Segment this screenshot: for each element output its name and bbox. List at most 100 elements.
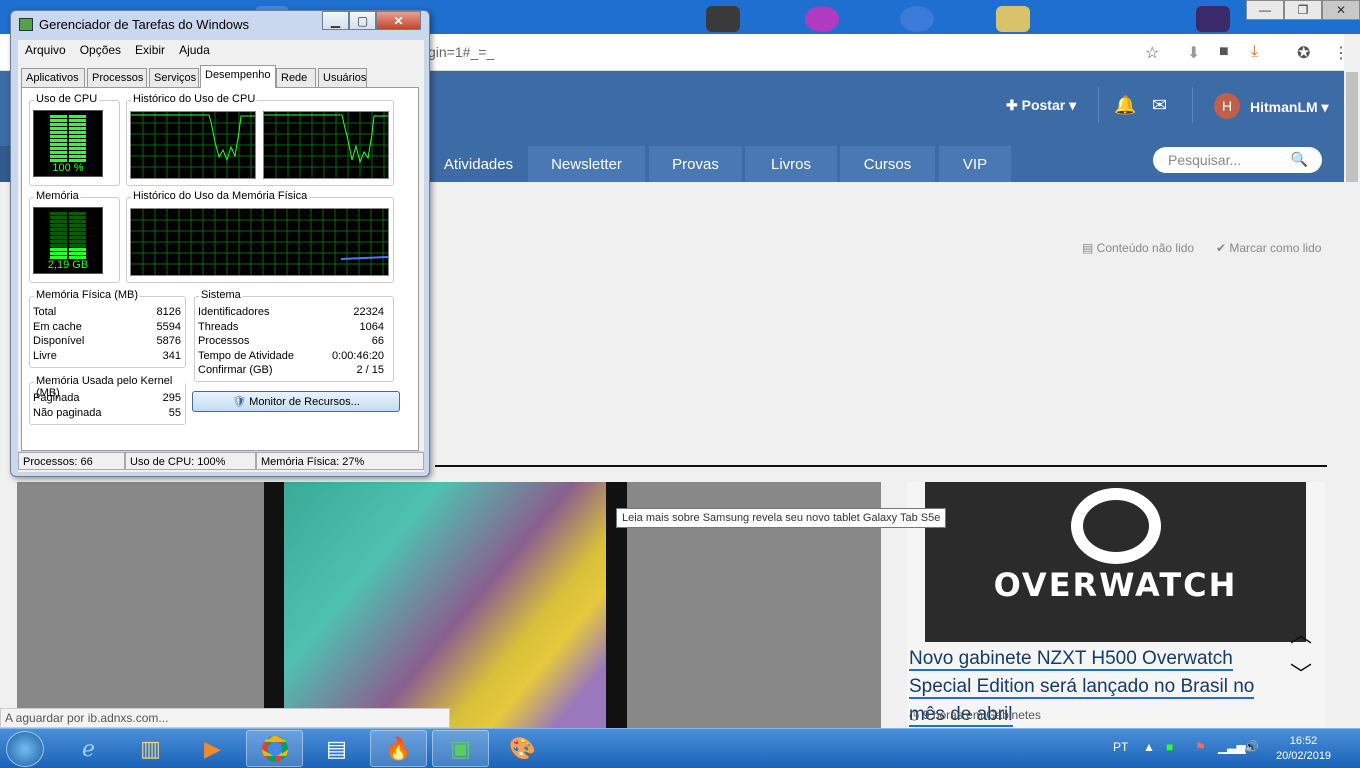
furmark-icon[interactable]: 🔥 xyxy=(370,730,427,767)
meter-segment xyxy=(69,248,86,251)
meter-segment xyxy=(50,123,67,126)
tab-usuarios[interactable]: Usuários xyxy=(318,68,367,87)
meter-segment xyxy=(50,119,67,122)
search-input[interactable]: Pesquisar... 🔍 xyxy=(1153,147,1322,173)
internet-explorer-icon[interactable]: ℯ xyxy=(60,730,117,767)
memory-history-group: Histórico do Uso da Memória Física xyxy=(126,190,394,283)
status-cpu: Uso de CPU: 100% xyxy=(125,452,256,470)
tab-desempenho[interactable]: Desempenho xyxy=(200,65,276,88)
memory-meter-bars xyxy=(50,212,86,259)
tab-atividades[interactable]: Atividades xyxy=(431,146,526,182)
tab-servicos[interactable]: Serviços xyxy=(149,68,199,87)
download-icon[interactable]: ⤓ xyxy=(1251,43,1258,61)
meter-segment xyxy=(50,232,67,235)
physical-memory-stats: Total 8126 Em cache 5594 Disponível 5876 Li… xyxy=(33,306,181,364)
meter-segment xyxy=(69,228,86,231)
meter-segment xyxy=(69,135,86,138)
resource-monitor-button[interactable]: 🛡 Monitor de Recursos... xyxy=(192,391,400,412)
task-manager-body: Aplicativos Processos Serviços Desempenh… xyxy=(18,60,424,451)
notepad-icon[interactable]: ▤ xyxy=(308,730,365,767)
clock[interactable]: 16:52 20/02/2019 xyxy=(1276,734,1331,764)
tablet-image xyxy=(264,482,627,728)
file-explorer-icon[interactable]: ▥ xyxy=(122,730,179,767)
url-text[interactable]: gin=1#_=_ xyxy=(428,44,494,60)
envelope-icon[interactable]: ✉ xyxy=(1152,95,1167,116)
meter-segment xyxy=(69,123,86,126)
stat-row: Disponível 5876 xyxy=(33,335,181,347)
minimize-button[interactable]: — xyxy=(1246,0,1284,20)
overwatch-wordmark: OVERWATCH xyxy=(993,566,1238,604)
memory-meter: 2,19 GB xyxy=(33,207,103,274)
article-thumbnail[interactable]: OVERWATCH xyxy=(925,482,1306,642)
unread-content-link[interactable]: ▤ Conteúdo não lido xyxy=(1082,241,1194,255)
shield-icon: 🛡 xyxy=(232,396,247,408)
mark-read-link[interactable]: ✔ Marcar como lido xyxy=(1216,241,1321,255)
start-button[interactable] xyxy=(6,731,44,767)
stat-row: Processos 66 xyxy=(198,335,384,347)
action-center-icon[interactable]: ⚑ xyxy=(1195,740,1206,754)
tab-cursos[interactable]: Cursos xyxy=(840,146,935,182)
tab-aplicativos[interactable]: Aplicativos xyxy=(21,68,85,87)
tab-newsletter[interactable]: Newsletter xyxy=(528,146,645,182)
header-separator xyxy=(1098,87,1099,123)
minimize-button[interactable]: ▁ xyxy=(322,11,349,30)
maximize-button[interactable]: ❐ xyxy=(1284,0,1322,20)
paint-icon[interactable]: 🎨 xyxy=(494,730,551,767)
meter-segment xyxy=(69,236,86,239)
extension-icon[interactable]: ■ xyxy=(1219,43,1229,61)
meter-segment xyxy=(50,135,67,138)
search-icon[interactable]: 🔍 xyxy=(1291,151,1308,168)
bell-icon[interactable]: 🔔 xyxy=(1114,95,1136,116)
clock-time: 16:52 xyxy=(1289,735,1318,747)
chevron-up-icon[interactable]: ︿ xyxy=(1290,617,1312,649)
tab-vip[interactable]: VIP xyxy=(939,146,1011,182)
tab-provas[interactable]: Provas xyxy=(649,146,742,182)
task-manager-tray-icon[interactable]: ■ xyxy=(1166,740,1173,754)
volume-icon[interactable]: 🔊 xyxy=(1244,740,1259,754)
tooltip: Leia mais sobre Samsung revela seu novo … xyxy=(616,508,947,528)
cpu-history-label: Histórico do Uso de CPU xyxy=(131,93,258,105)
meter-segment xyxy=(50,143,67,146)
meter-segment xyxy=(50,244,67,247)
system-label: Sistema xyxy=(199,289,243,301)
chevron-down-icon[interactable]: ﹀ xyxy=(1290,657,1312,689)
download-arrow-icon[interactable]: ⬇ xyxy=(1187,43,1200,63)
tab-processos[interactable]: Processos xyxy=(87,68,147,87)
maximize-button[interactable]: ▢ xyxy=(349,11,376,30)
meter-segment xyxy=(69,143,86,146)
article-card[interactable]: OVERWATCH Novo gabinete NZXT H500 Overwa… xyxy=(907,482,1325,728)
task-manager-taskbar-icon[interactable]: ▣ xyxy=(432,730,489,767)
media-player-icon[interactable]: ▶ xyxy=(184,730,241,767)
section-divider xyxy=(435,465,1327,467)
scrollbar-thumb[interactable] xyxy=(1346,72,1358,182)
avatar[interactable]: H xyxy=(1214,93,1240,119)
bookmark-star-icon[interactable]: ☆ xyxy=(1145,43,1159,63)
menu-arquivo[interactable]: Arquivo xyxy=(18,40,73,60)
desktop-icon xyxy=(805,6,839,32)
menu-exibir[interactable]: Exibir xyxy=(128,40,172,60)
menu-opcoes[interactable]: Opções xyxy=(73,40,128,60)
close-button[interactable]: ✕ xyxy=(376,11,421,30)
meter-segment xyxy=(69,216,86,219)
stat-row: Tempo de Atividade 0:00:46:20 xyxy=(198,349,384,362)
tab-livros[interactable]: Livros xyxy=(745,146,837,182)
network-icon[interactable]: ▁▃▅ xyxy=(1218,740,1246,754)
tablet-screen xyxy=(284,482,606,728)
chrome-icon[interactable] xyxy=(246,730,303,767)
cpu-usage-group: Uso de CPU 100 % xyxy=(29,93,120,186)
cpu-history-graph-core2 xyxy=(263,111,389,179)
stat-row: Confirmar (GB) 2 / 15 xyxy=(198,364,384,376)
stat-row: Livre 341 xyxy=(33,349,181,362)
meter-segment xyxy=(69,224,86,227)
memory-history-chart xyxy=(131,209,389,275)
profile-extension-icon[interactable]: ✪ xyxy=(1297,43,1310,63)
menu-ajuda[interactable]: Ajuda xyxy=(172,40,217,60)
meter-segment xyxy=(69,212,86,215)
header-separator xyxy=(1192,87,1193,123)
language-indicator[interactable]: PT xyxy=(1113,740,1128,754)
show-hidden-icons-icon[interactable]: ▲ xyxy=(1143,740,1155,754)
user-menu[interactable]: HitmanLM ▾ xyxy=(1250,99,1329,116)
post-button[interactable]: ✚ Postar ▾ xyxy=(1006,97,1076,114)
tab-rede[interactable]: Rede xyxy=(276,68,316,87)
close-button[interactable]: ✕ xyxy=(1322,0,1360,20)
